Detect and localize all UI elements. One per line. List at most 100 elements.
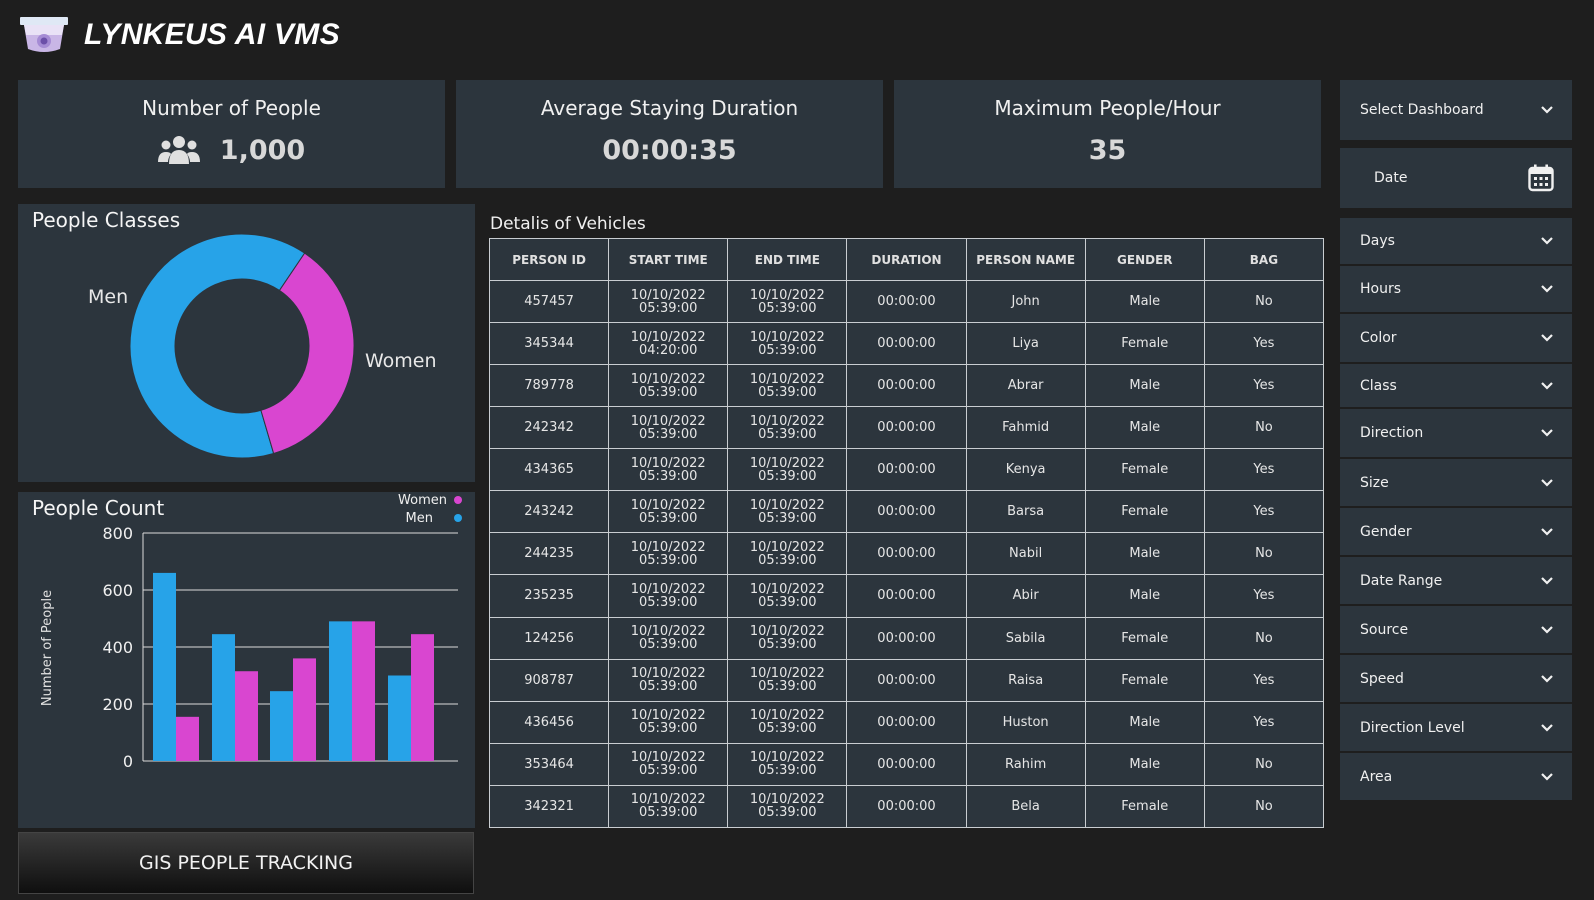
end-time-cell: 10/10/2022 05:39:00 [727, 406, 848, 450]
person-name-cell: Abrar [965, 364, 1086, 408]
gender-cell-text: Female [1121, 798, 1169, 814]
table-header-row: PERSON ID START TIME END TIME DURATION P… [488, 238, 1325, 281]
duration-cell-text: 00:00:00 [877, 630, 936, 646]
table-row[interactable]: 457457 10/10/2022 05:39:00 10/10/2022 05:39:… [488, 279, 1325, 324]
chevron-down-icon [1541, 334, 1553, 342]
table-row[interactable]: 243242 10/10/2022 05:39:00 10/10/2022 05:39:… [488, 490, 1325, 534]
end-time-cell-text: 05:39:00 [758, 426, 817, 442]
filter-dropdown-date-range[interactable]: Date Range [1340, 557, 1572, 606]
person-id-cell-text: 124256 [524, 630, 574, 646]
filter-label: Area [1360, 768, 1393, 785]
gender-cell-text: Male [1129, 588, 1161, 604]
table-row[interactable]: 353464 10/10/2022 05:39:00 10/10/2022 05:39:… [488, 742, 1325, 786]
table-row[interactable]: 244235 10/10/2022 05:39:00 10/10/2022 05:39:… [488, 532, 1325, 576]
table-row[interactable]: 436456 10/10/2022 05:39:00 10/10/2022 05:39:… [488, 700, 1325, 744]
duration-cell: 00:00:00 [846, 490, 967, 534]
bar-women[interactable] [176, 716, 199, 761]
column-header[interactable]: DURATION [846, 238, 967, 281]
end-time-cell-text: 05:39:00 [758, 468, 817, 484]
gender-cell-text: Male [1129, 714, 1161, 730]
gender-cell: Female [1084, 448, 1205, 492]
start-time-cell-text: 05:39:00 [639, 679, 698, 695]
chevron-down-icon [1541, 106, 1553, 114]
end-time-cell: 10/10/2022 05:39:00 [727, 574, 848, 618]
end-time-cell-text: 05:39:00 [758, 342, 817, 358]
column-header[interactable]: PERSON NAME [965, 238, 1086, 281]
table-row[interactable]: 434365 10/10/2022 05:39:00 10/10/2022 05:39:… [488, 448, 1325, 492]
gender-cell: Male [1084, 742, 1205, 786]
column-header[interactable]: BAG [1203, 238, 1325, 281]
filter-label: Speed [1360, 670, 1404, 687]
filter-dropdown-direction[interactable]: Direction [1340, 409, 1572, 459]
end-time-cell: 10/10/2022 05:39:00 [727, 490, 848, 534]
filter-dropdown-size[interactable]: Size [1340, 459, 1572, 508]
filter-sidebar: Select Dashboard Date Days Hours Color Clas… [1340, 80, 1572, 802]
gis-people-tracking-button[interactable]: GIS PEOPLE TRACKING [18, 832, 474, 894]
person-name-cell: Rahim [965, 742, 1086, 786]
bar-women[interactable] [352, 621, 375, 761]
person-name-cell-text: Fahmid [1002, 420, 1050, 436]
end-time-cell: 10/10/2022 05:39:00 [727, 364, 848, 408]
person-id-cell: 457457 [488, 279, 610, 324]
table-row[interactable]: 908787 10/10/2022 05:39:00 10/10/2022 05:39:… [488, 658, 1325, 702]
filter-dropdown-source[interactable]: Source [1340, 606, 1572, 655]
gender-cell-text: Female [1121, 672, 1169, 688]
table-row[interactable]: 345344 10/10/2022 04:20:00 10/10/2022 05:39:… [488, 322, 1325, 366]
end-time-cell-text: 05:39:00 [758, 721, 817, 737]
chevron-down-icon [1541, 723, 1553, 732]
person-id-cell-text: 235235 [524, 588, 574, 604]
start-time-cell-text: 10/10/2022 [630, 371, 706, 387]
kpi-card-duration: Average Staying Duration 00:00:35 [456, 80, 883, 188]
bar-women[interactable] [411, 634, 434, 761]
start-time-cell-text: 05:39:00 [639, 426, 698, 442]
bar-men[interactable] [153, 572, 176, 761]
date-picker[interactable]: Date [1340, 148, 1572, 218]
filter-dropdown-area[interactable]: Area [1340, 753, 1572, 802]
bar-women[interactable] [235, 671, 258, 761]
column-header[interactable]: START TIME [608, 238, 729, 281]
column-header[interactable]: PERSON ID [488, 238, 610, 281]
table-row[interactable]: 342321 10/10/2022 05:39:00 10/10/2022 05:39:… [488, 784, 1325, 829]
start-time-cell-text: 05:39:00 [639, 763, 698, 779]
person-id-cell: 342321 [488, 784, 610, 829]
select-dashboard-dropdown[interactable]: Select Dashboard [1340, 80, 1572, 148]
filter-label: Class [1360, 377, 1397, 394]
column-header[interactable]: GENDER [1084, 238, 1205, 281]
filter-dropdown-speed[interactable]: Speed [1340, 655, 1572, 704]
bar-women[interactable] [293, 658, 316, 761]
start-time-cell-text: 10/10/2022 [630, 539, 706, 555]
table-row[interactable]: 789778 10/10/2022 05:39:00 10/10/2022 05:39:… [488, 364, 1325, 408]
y-tick-label: 800 [102, 524, 133, 543]
person-id-cell: 789778 [488, 364, 610, 408]
table-row[interactable]: 242342 10/10/2022 05:39:00 10/10/2022 05:39:… [488, 406, 1325, 450]
gender-cell-text: Female [1121, 630, 1169, 646]
filter-dropdown-class[interactable]: Class [1340, 364, 1572, 409]
bar-men[interactable] [388, 675, 411, 762]
person-name-cell-text: Huston [1002, 714, 1049, 730]
legend-men-label: Men [406, 511, 433, 526]
person-name-cell: Sabila [965, 616, 1086, 660]
column-header[interactable]: END TIME [727, 238, 848, 281]
duration-cell-text: 00:00:00 [877, 294, 936, 310]
calendar-icon[interactable] [1528, 164, 1554, 192]
filter-dropdown-gender[interactable]: Gender [1340, 508, 1572, 557]
filter-dropdown-color[interactable]: Color [1340, 314, 1572, 364]
bar-men[interactable] [212, 634, 235, 761]
duration-cell: 00:00:00 [846, 658, 967, 702]
filter-dropdown-hours[interactable]: Hours [1340, 266, 1572, 314]
bag-cell-text: No [1255, 630, 1273, 646]
person-name-cell-text: Kenya [1005, 462, 1046, 478]
filter-dropdown-direction-level[interactable]: Direction Level [1340, 704, 1572, 753]
start-time-cell-text: 10/10/2022 [630, 329, 706, 345]
table-row[interactable]: 124256 10/10/2022 05:39:00 10/10/2022 05:39:… [488, 616, 1325, 660]
filter-dropdown-days[interactable]: Days [1340, 218, 1572, 266]
gender-cell: Male [1084, 364, 1205, 408]
gender-cell-text: Female [1121, 462, 1169, 478]
bar-men[interactable] [329, 621, 352, 761]
table-title: Detalis of Vehicles [490, 214, 646, 234]
table-row[interactable]: 235235 10/10/2022 05:39:00 10/10/2022 05:39:… [488, 574, 1325, 618]
kpi-card-max-people: Maximum People/Hour 35 [894, 80, 1321, 188]
person-id-cell: 243242 [488, 490, 610, 534]
bar-men[interactable] [270, 691, 293, 761]
duration-cell: 00:00:00 [846, 532, 967, 576]
